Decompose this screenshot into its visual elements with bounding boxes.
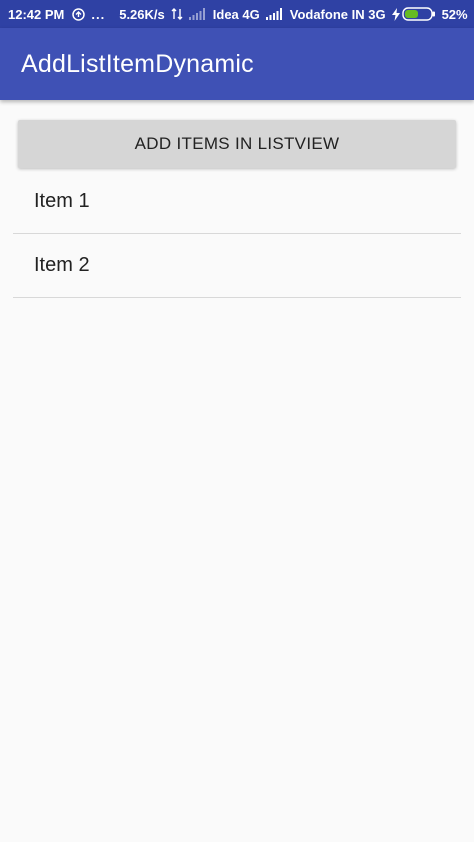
screen: 12:42 PM ... 5.26K/s Idea 4G Vodafone IN… xyxy=(0,0,474,842)
list-item[interactable]: Item 2 xyxy=(13,234,461,298)
charging-bolt-icon xyxy=(391,7,400,21)
app-bar: AddListItemDynamic xyxy=(0,28,474,100)
list-item-label: Item 1 xyxy=(34,190,90,212)
add-items-button[interactable]: ADD ITEMS IN LISTVIEW xyxy=(18,120,456,168)
battery-percent: 52% xyxy=(441,6,468,22)
more-notifications-dots: ... xyxy=(91,6,106,22)
items-listview[interactable]: Item 1 Item 2 xyxy=(13,170,461,298)
signal-icon xyxy=(265,8,282,20)
list-item-label: Item 2 xyxy=(34,254,90,276)
status-time: 12:42 PM xyxy=(8,6,65,22)
carrier2-label: Vodafone IN 3G xyxy=(289,6,386,22)
status-bar: 12:42 PM ... 5.26K/s Idea 4G Vodafone IN… xyxy=(0,0,474,28)
carrier1-label: Idea 4G xyxy=(212,6,260,22)
list-item[interactable]: Item 1 xyxy=(13,170,461,234)
main-content: ADD ITEMS IN LISTVIEW Item 1 Item 2 xyxy=(0,100,474,842)
data-arrows-icon xyxy=(171,7,183,21)
sync-icon xyxy=(72,7,86,21)
network-speed: 5.26K/s xyxy=(119,6,165,22)
battery-icon xyxy=(401,7,436,21)
signal-icon xyxy=(188,8,205,20)
app-title: AddListItemDynamic xyxy=(21,49,254,78)
